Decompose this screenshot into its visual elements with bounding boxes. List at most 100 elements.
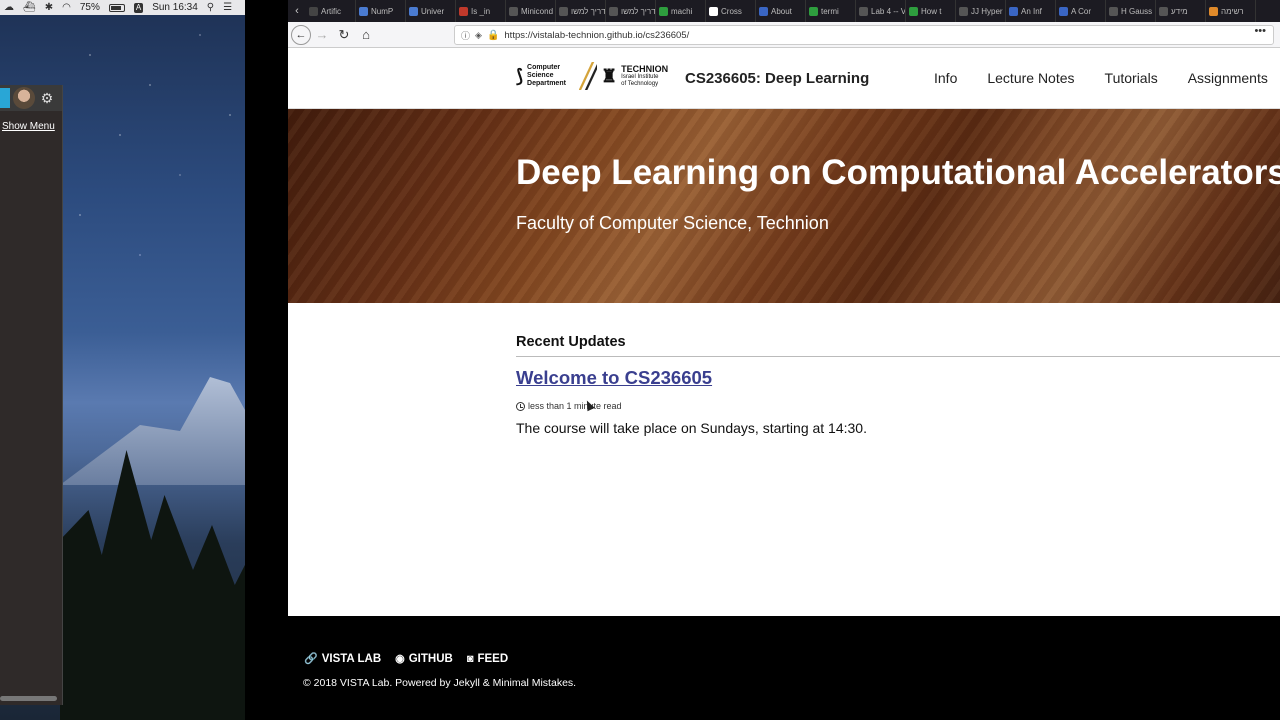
info-icon[interactable]: ⓘ [461, 29, 470, 42]
site-logo[interactable]: ⟆ Computer Science Department ♜ TECHNION… [516, 62, 668, 90]
tab-label: A Cor [1071, 6, 1092, 16]
tab-strip: ‹ Artific NumP Univer Is _in Minicond מדריך ל… [0, 0, 1280, 22]
section-title: Recent Updates [516, 334, 1280, 357]
web-page: ⟆ Computer Science Department ♜ TECHNION… [288, 48, 1280, 616]
tab-scroll-left-icon[interactable]: ‹ [288, 5, 306, 17]
tab-label: Univer [421, 6, 445, 16]
site-nav: Info Lecture Notes Tutorials Assignments [934, 70, 1268, 86]
tab-favicon-icon [509, 6, 518, 16]
tab-label: machi [671, 6, 693, 16]
browser-tab[interactable]: Lab 4 -- V [856, 0, 906, 22]
rss-feed-icon: ◙ [466, 652, 474, 665]
browser-tab[interactable]: מידע [1156, 0, 1206, 22]
main-content: Recent Updates Welcome to CS236605 less … [516, 334, 1280, 436]
browser-tab[interactable]: About [756, 0, 806, 22]
tracking-shield-icon[interactable]: ◈ [475, 30, 482, 41]
tab-label: How t [921, 6, 942, 16]
tab-label: רשימה [1221, 6, 1244, 16]
nav-info[interactable]: Info [934, 70, 957, 86]
browser-tab[interactable]: מדריך למשו [556, 0, 606, 22]
browser-tab[interactable]: Univer [406, 0, 456, 22]
tab-favicon-icon [1209, 6, 1218, 16]
technion-logo-text: TECHNION Israel Institute of Technology [621, 64, 668, 88]
address-bar[interactable]: ⓘ ◈ 🔒 https://vistalab-technion.github.i… [454, 25, 1274, 45]
tab-favicon-icon [809, 6, 818, 16]
browser-tab[interactable]: An Inf [1006, 0, 1056, 22]
tab-favicon-icon [1059, 6, 1068, 16]
browser-tab[interactable]: termi [806, 0, 856, 22]
site-footer: 🔗 VISTA LAB ◉ GITHUB ◙ FEED © 2018 VISTA… [288, 616, 1280, 720]
avatar[interactable] [13, 87, 35, 109]
hero-subtitle: Faculty of Computer Science, Technion [516, 213, 829, 233]
browser-tab[interactable]: Cross [706, 0, 756, 22]
tab-favicon-icon [409, 6, 418, 16]
navigation-toolbar: ← → ↻ ⌂ ⓘ ◈ 🔒 https://vistalab-technion.… [288, 22, 1280, 48]
footer-links: 🔗 VISTA LAB ◉ GITHUB ◙ FEED [304, 652, 508, 666]
cs-department-logo-icon: ⟆ [516, 65, 524, 86]
lock-icon[interactable]: 🔒 [487, 30, 499, 41]
back-button[interactable]: ← [291, 24, 311, 45]
screen: ☁ ⛴ ✱ ◠ 75% A Sun 16:34 ⚲ ☰ ⚙ Show Menu … [0, 0, 1280, 720]
page-actions-menu-icon[interactable]: ••• [1254, 25, 1266, 37]
site-title[interactable]: CS236605: Deep Learning [685, 70, 869, 87]
footer-link-feed[interactable]: ◙ FEED [467, 652, 508, 665]
url-text[interactable]: https://vistalab-technion.github.io/cs23… [504, 30, 689, 41]
hero-banner: Deep Learning on Computational Accelerat… [288, 109, 1280, 303]
cs-department-logo-text: Computer Science Department [527, 64, 566, 87]
footer-link-github[interactable]: ◉ GITHUB [395, 652, 453, 666]
nav-tutorials[interactable]: Tutorials [1105, 70, 1158, 86]
forward-button[interactable]: → [311, 24, 333, 46]
nav-assignments[interactable]: Assignments [1188, 70, 1268, 86]
clock-icon [516, 401, 525, 411]
browser-tab[interactable]: Is _in [456, 0, 506, 22]
footer-link-vista-lab[interactable]: 🔗 VISTA LAB [304, 652, 382, 666]
github-icon: ◉ [395, 653, 405, 665]
tab-favicon-icon [659, 6, 668, 16]
home-button[interactable]: ⌂ [355, 24, 377, 46]
browser-tab[interactable]: How t [906, 0, 956, 22]
gear-icon[interactable]: ⚙ [38, 88, 56, 108]
browser-tab[interactable]: Minicond [506, 0, 556, 22]
nav-lecture-notes[interactable]: Lecture Notes [987, 70, 1074, 86]
side-panel-toolbar: ⚙ [0, 85, 62, 111]
side-panel-scrollbar[interactable] [0, 696, 57, 701]
browser-tab[interactable]: H Gauss [1106, 0, 1156, 22]
link-icon: 🔗 [304, 653, 318, 665]
browser-tab[interactable]: NumP [356, 0, 406, 22]
tab-favicon-icon [1109, 6, 1118, 16]
browser-tab[interactable]: A Cor [1056, 0, 1106, 22]
post-title-link[interactable]: Welcome to CS236605 [516, 367, 712, 389]
tab-label: Minicond [521, 6, 554, 16]
tab-label: מדריך למשו [621, 6, 656, 16]
post-meta: less than 1 minute read [516, 401, 1280, 411]
tab-favicon-icon [859, 6, 868, 16]
tab-favicon-icon [559, 6, 568, 16]
reload-button[interactable]: ↻ [333, 24, 355, 46]
post-excerpt: The course will take place on Sundays, s… [516, 420, 867, 436]
tab-label: מדריך למשו [571, 6, 606, 16]
tab-favicon-icon [459, 6, 468, 16]
tab-label: JJ Hyper [971, 6, 1003, 16]
technion-name: TECHNION [621, 64, 669, 74]
show-menu-link[interactable]: Show Menu [0, 111, 62, 132]
tab-favicon-icon [909, 6, 918, 16]
tab-label: NumP [371, 6, 394, 16]
tab-favicon-icon [759, 6, 768, 16]
browser-window: ‹ Artific NumP Univer Is _in Minicond מדריך ל… [288, 0, 1280, 720]
tab-label: Is _in [471, 6, 491, 16]
browser-tab[interactable]: Artific [306, 0, 356, 22]
tab-label: Artific [321, 6, 341, 16]
footer-link-label: FEED [477, 652, 509, 665]
hero-title: Deep Learning on Computational Accelerat… [516, 153, 1280, 192]
browser-tab[interactable]: machi [656, 0, 706, 22]
site-masthead: ⟆ Computer Science Department ♜ TECHNION… [288, 48, 1280, 109]
app-tab-icon[interactable] [0, 88, 10, 108]
tab-favicon-icon [309, 6, 318, 16]
tab-favicon-icon [359, 6, 368, 16]
footer-link-label: VISTA LAB [321, 652, 382, 665]
tab-label: An Inf [1021, 6, 1042, 16]
tab-favicon-icon [1159, 6, 1168, 16]
browser-tab[interactable]: רשימה [1206, 0, 1256, 22]
browser-tab[interactable]: מדריך למשו [606, 0, 656, 22]
browser-tab[interactable]: JJ Hyper [956, 0, 1006, 22]
